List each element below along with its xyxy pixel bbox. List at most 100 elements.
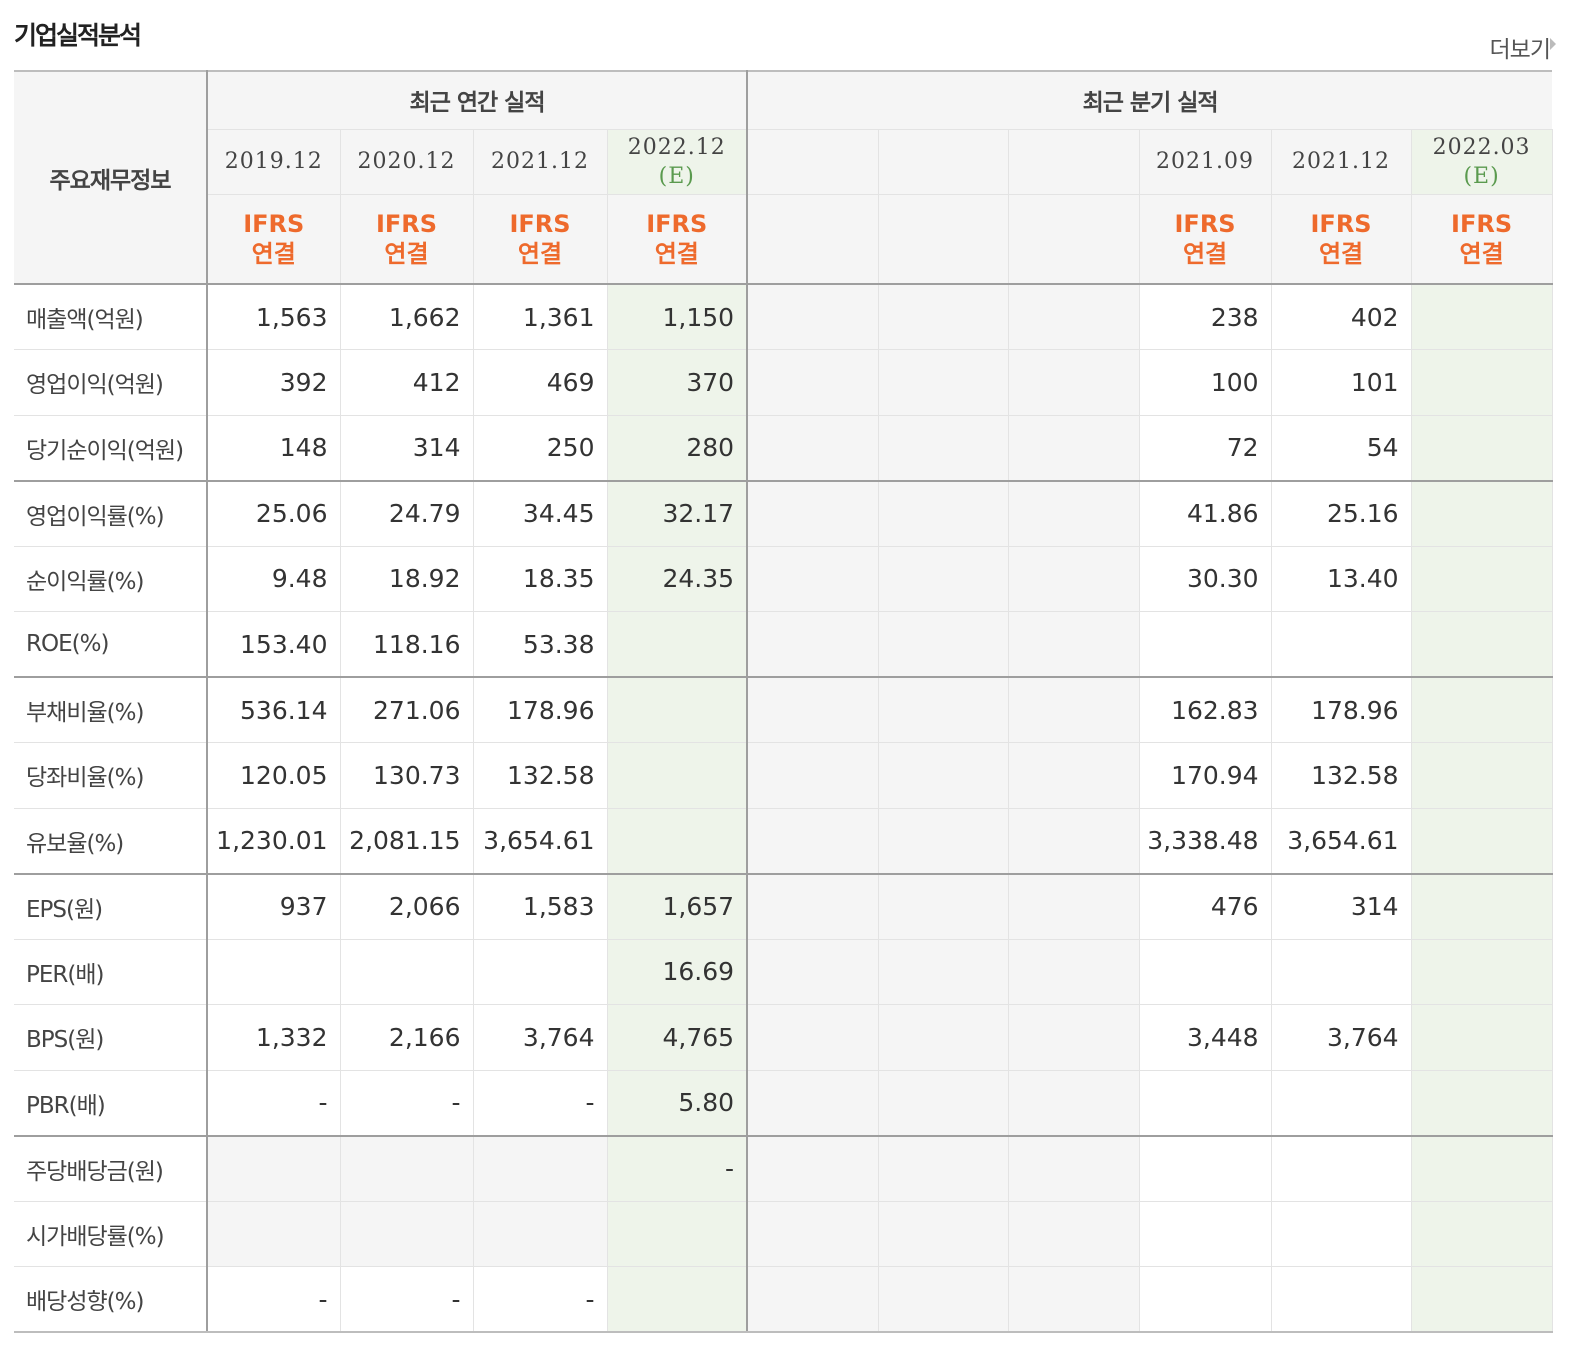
ifrs-standard: IFRS [1310, 209, 1372, 238]
more-link[interactable]: 더보기 [1490, 30, 1551, 64]
ifrs-consolidated: 연결 [517, 239, 563, 268]
table-row: 순이익률(%) 9.48 18.92 18.35 24.35 30.30 13.40 [14, 546, 1553, 612]
ifrs-label-empty [878, 194, 1009, 285]
quarter-value: 314 [1271, 873, 1412, 940]
period-date: 2021.12 [1292, 149, 1391, 174]
annual-value: 3,764 [473, 1004, 608, 1071]
period-date: 2022.12 [627, 134, 726, 160]
row-label: 유보율(%) [14, 808, 208, 875]
quarter-value: 13.40 [1271, 546, 1412, 612]
table-row: 배당성향(%) - - - [14, 1266, 1553, 1333]
annual-value: - [607, 1135, 749, 1202]
annual-value: 2,066 [340, 873, 474, 940]
quarter-value [1411, 284, 1553, 350]
estimate-tag: (E) [658, 163, 695, 189]
quarter-value [747, 742, 879, 809]
table-row: PBR(배) - - -5.80 [14, 1070, 1553, 1137]
quarter-value [878, 1201, 1009, 1267]
quarter-value [1411, 873, 1553, 940]
period-header: 2021.09 [1139, 129, 1272, 195]
row-label: 영업이익률(%) [14, 480, 208, 547]
quarter-value [878, 1266, 1009, 1333]
annual-value: - [473, 1070, 608, 1137]
annual-value: 53.38 [473, 611, 608, 678]
quarter-value: 178.96 [1271, 677, 1412, 743]
quarter-value [1008, 480, 1140, 547]
quarter-value [1411, 742, 1553, 809]
ifrs-standard: IFRS [1174, 209, 1236, 238]
quarter-value [1008, 415, 1140, 482]
annual-value: 24.35 [607, 546, 749, 612]
quarter-value [1411, 1266, 1553, 1333]
period-header-empty [878, 129, 1009, 195]
row-label: 당좌비율(%) [14, 742, 208, 809]
table-row: 주당배당금(원) - [14, 1135, 1553, 1202]
table-row: ROE(%) 153.40 118.16 53.38 [14, 611, 1553, 678]
annual-value [607, 808, 749, 875]
annual-value: 412 [340, 349, 474, 416]
quarter-value [878, 480, 1009, 547]
row-label: 부채비율(%) [14, 677, 208, 743]
quarter-value: 402 [1271, 284, 1412, 350]
annual-value: 18.35 [473, 546, 608, 612]
row-label: 주당배당금(원) [14, 1135, 208, 1202]
row-label: 배당성향(%) [14, 1266, 208, 1333]
ifrs-label: IFRS 연결 [1271, 194, 1412, 285]
ifrs-consolidated: 연결 [1182, 239, 1228, 268]
annual-value: 1,230.01 [207, 808, 341, 875]
period-date: 2020.12 [357, 149, 456, 174]
ifrs-standard: IFRS [375, 209, 438, 238]
row-label: ROE(%) [14, 611, 208, 678]
annual-value: 1,563 [207, 284, 341, 350]
quarter-value [1008, 611, 1140, 678]
quarter-value [1139, 939, 1272, 1005]
annual-value [473, 1135, 608, 1202]
quarter-value [878, 1004, 1009, 1071]
row-label: PER(배) [14, 939, 208, 1005]
annual-value: 9.48 [207, 546, 341, 612]
annual-value: 314 [340, 415, 474, 482]
table-row: 유보율(%) 1,230.01 2,081.15 3,654.61 3,338.48 3,… [14, 808, 1553, 875]
annual-value: 24.79 [340, 480, 474, 547]
quarter-value [878, 939, 1009, 1005]
quarter-value [1271, 1070, 1412, 1137]
quarter-value [878, 284, 1009, 350]
annual-value: 1,657 [607, 873, 749, 940]
table-row: BPS(원) 1,332 2,166 3,764 4,765 3,448 3,764 [14, 1004, 1553, 1071]
annual-value: 937 [207, 873, 341, 940]
quarter-value [878, 1135, 1009, 1202]
annual-value: 178.96 [473, 677, 608, 743]
quarter-value: 132.58 [1271, 742, 1412, 809]
quarter-value: 54 [1271, 415, 1412, 482]
annual-value: 132.58 [473, 742, 608, 809]
row-label: 매출액(억원) [14, 284, 208, 350]
quarter-value [747, 349, 879, 416]
quarter-value: 72 [1139, 415, 1272, 482]
period-header: 2019.12 [207, 129, 341, 195]
period-header-empty [1008, 129, 1140, 195]
annual-value: 5.80 [607, 1070, 749, 1137]
annual-value: - [207, 1266, 341, 1333]
quarter-value [747, 1070, 879, 1137]
ifrs-standard: IFRS [243, 209, 305, 238]
quarter-value [1271, 1266, 1412, 1333]
quarter-value [1008, 349, 1140, 416]
quarter-value [747, 1004, 879, 1071]
annual-value: 25.06 [207, 480, 341, 547]
financial-table: 주요재무정보 최근 연간 실적 최근 분기 실적 2019.12 2020.12 2… [14, 70, 1553, 1333]
quarter-value [1008, 677, 1140, 743]
annual-value: 271.06 [340, 677, 474, 743]
header-corner: 주요재무정보 [14, 70, 208, 285]
annual-value [207, 939, 341, 1005]
annual-group-header: 최근 연간 실적 [207, 70, 749, 130]
quarter-value [1008, 873, 1140, 940]
period-header-empty [747, 129, 879, 195]
ifrs-label: IFRS 연결 [607, 194, 749, 285]
annual-value [607, 742, 749, 809]
annual-value: 153.40 [207, 611, 341, 678]
annual-value: 4,765 [607, 1004, 749, 1071]
quarter-value: 3,764 [1271, 1004, 1412, 1071]
annual-value: 1,361 [473, 284, 608, 350]
quarter-value [1411, 415, 1553, 482]
ifrs-label: IFRS 연결 [1139, 194, 1272, 285]
